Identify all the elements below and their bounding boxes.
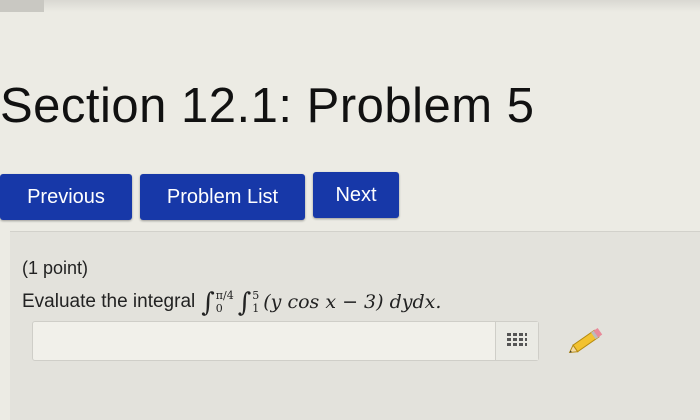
integral-expression: ∫ π/4 0 ∫ 5 1 (y cos x − 3) dydx. [201, 288, 442, 318]
prompt-text: Evaluate the integral [22, 291, 196, 312]
pencil-icon[interactable] [565, 321, 607, 361]
integrand: (y cos x − 3) dydx. [263, 291, 442, 313]
page-title: Section 12.1: Problem 5 [0, 79, 535, 133]
inner-lower-limit: 1 [252, 302, 260, 315]
equation-editor-button[interactable] [495, 322, 538, 360]
top-strip [0, 0, 700, 12]
answer-field-container [32, 321, 539, 361]
answer-input[interactable] [33, 322, 493, 360]
outer-integral-sign: ∫ [201, 288, 215, 318]
problem-statement: Evaluate the integral ∫ π/4 0 ∫ 5 1 (y c… [22, 288, 442, 318]
grid-icon [507, 333, 527, 346]
outer-lower-limit: 0 [215, 302, 223, 315]
points-label: (1 point) [22, 258, 89, 278]
outer-limits: π/4 0 [216, 289, 234, 315]
inner-integral-sign: ∫ [237, 288, 252, 318]
outer-upper-limit: π/4 [215, 289, 234, 302]
previous-button[interactable]: Previous [0, 174, 132, 220]
problem-list-button[interactable]: Problem List [140, 174, 305, 220]
next-button[interactable]: Next [313, 172, 399, 218]
inner-upper-limit: 5 [252, 289, 260, 302]
browser-tab-edge [0, 0, 44, 12]
problem-panel: (1 point) Evaluate the integral ∫ π/4 0 … [10, 231, 700, 420]
inner-limits: 5 1 [252, 289, 259, 315]
